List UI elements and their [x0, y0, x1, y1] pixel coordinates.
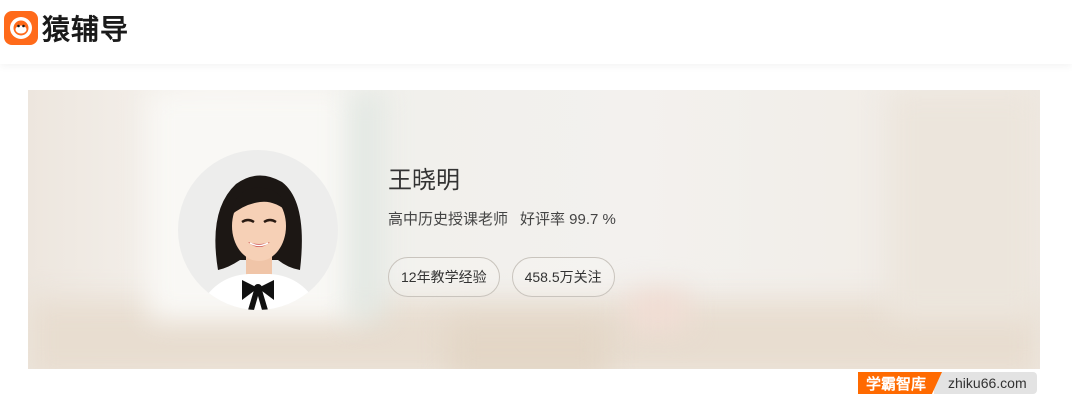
rating-text: 好评率 99.7 %: [520, 211, 616, 228]
logo-text: 猿辅导: [42, 14, 130, 45]
watermark-brand: 学霸智库: [858, 372, 943, 394]
background-blur: [888, 90, 1038, 320]
watermark-url: zhiku66.com: [934, 372, 1037, 394]
teacher-subtitle: 高中历史授课老师 好评率 99.7 %: [388, 208, 616, 229]
background-blur: [448, 320, 608, 369]
watermark: 学霸智库 zhiku66.com: [858, 371, 1037, 395]
background-blur: [628, 290, 688, 330]
teacher-tags: 12年教学经验 458.5万关注: [388, 257, 627, 297]
followers-tag: 458.5万关注: [511, 257, 615, 297]
top-navigation-bar: 猿辅导: [0, 0, 1072, 64]
teacher-name: 王晓明: [388, 167, 460, 194]
teacher-role: 高中历史授课老师: [388, 211, 509, 228]
monkey-face-icon: [4, 11, 38, 45]
teacher-avatar: [178, 150, 338, 310]
experience-tag: 12年教学经验: [388, 257, 500, 297]
background-blur: [348, 90, 384, 320]
site-logo[interactable]: 猿辅导: [4, 8, 129, 48]
teacher-profile-banner: 王晓明 高中历史授课老师 好评率 99.7 % 12年教学经验 458.5万关注: [28, 90, 1040, 369]
